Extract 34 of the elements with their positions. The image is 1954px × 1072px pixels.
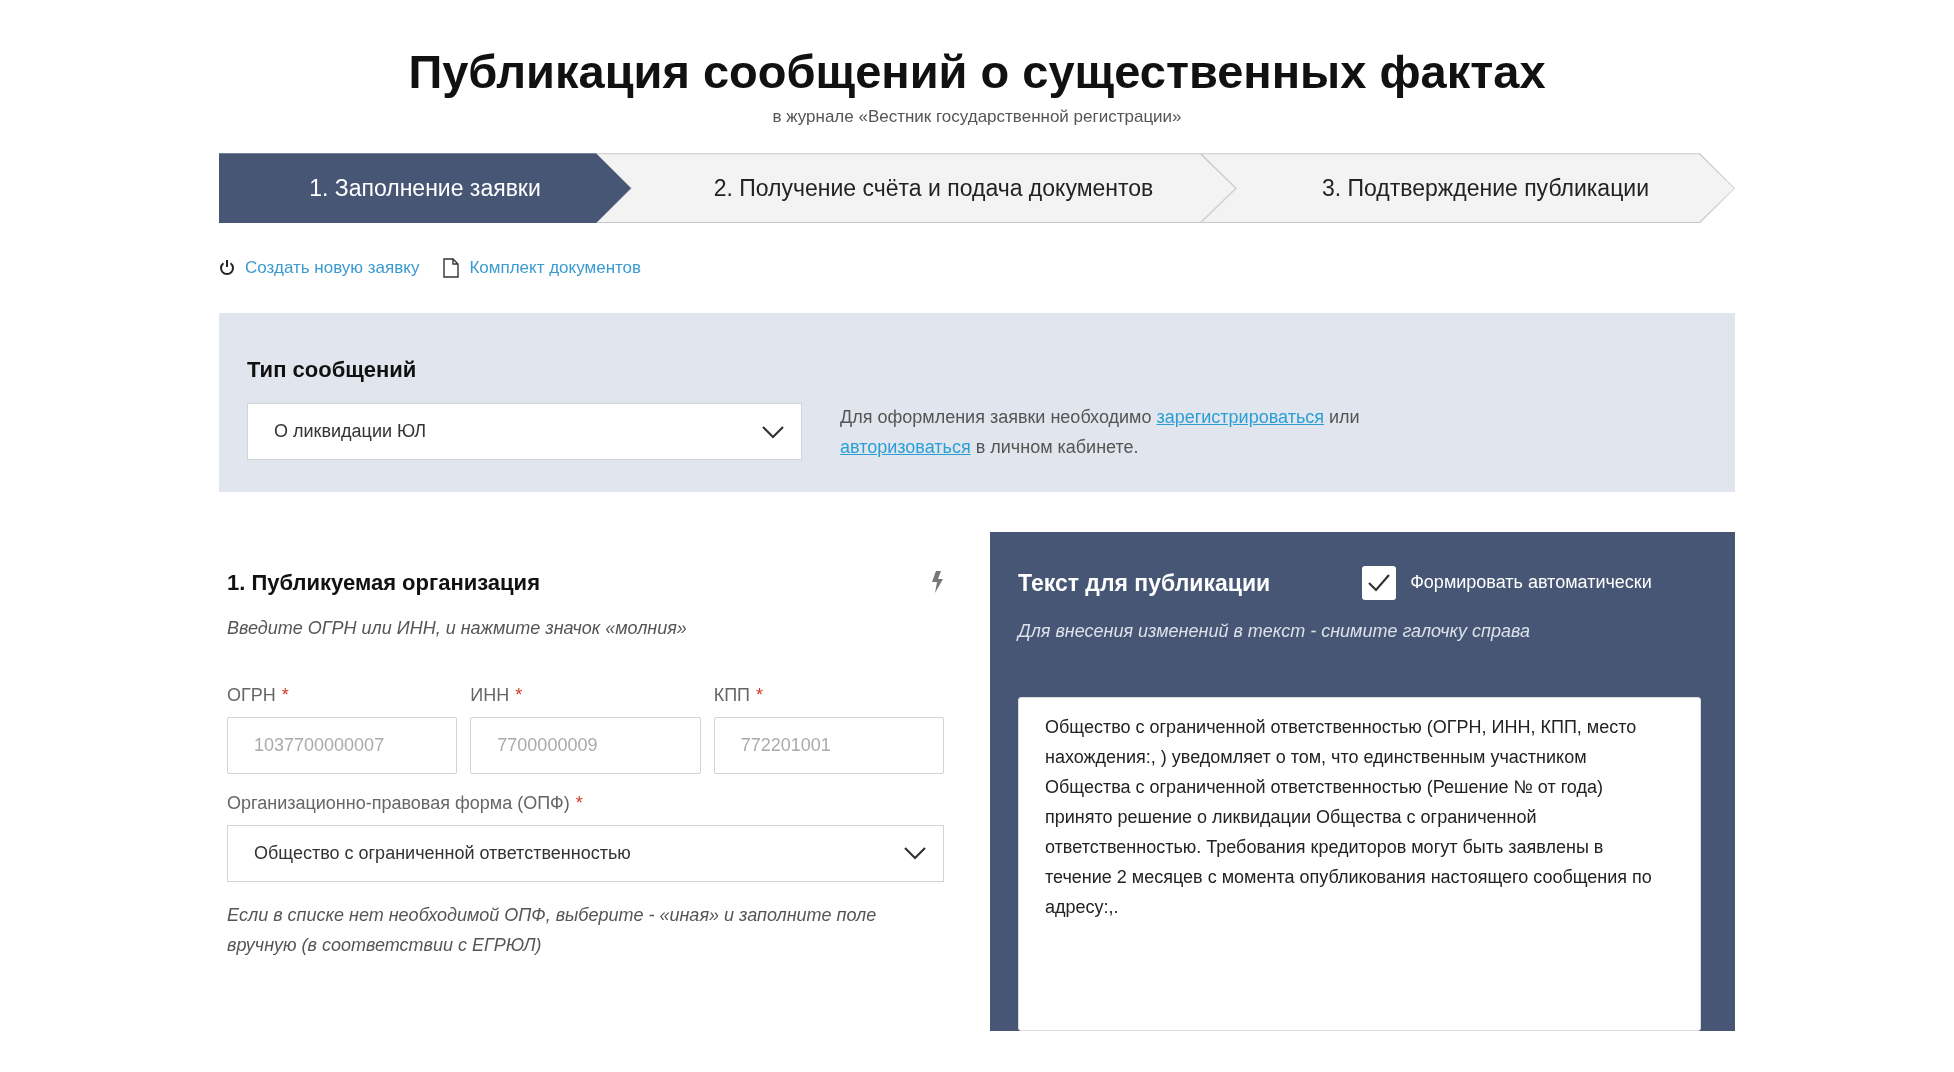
registration-info-text: Для оформления заявки необходимо зарегистрироваться или авторизоваться в личном кабинете. — [840, 405, 1360, 459]
section-title: 1. Публикуемая организация — [227, 568, 540, 597]
required-mark: * — [756, 684, 764, 705]
hint-text: Введите ОГРН или ИНН, и нажмите значок «молния» — [227, 616, 688, 640]
page-title: Публикация сообщений о существенных фактах — [407, 46, 1547, 98]
opf-select[interactable]: Общество с ограниченной ответственностью — [227, 824, 944, 882]
field-label: ИНН — [470, 684, 510, 705]
step-tab[interactable]: 3. Подтверждение публикации — [1201, 153, 1735, 224]
auto-checkbox[interactable] — [1362, 565, 1397, 600]
checkbox-label: Формировать автоматически — [1410, 571, 1652, 595]
document-icon — [443, 257, 460, 278]
panel-title: Текст для публикации — [1018, 568, 1271, 598]
step-tab[interactable]: 2. Получение счёта и подача документов — [596, 153, 1236, 224]
publication-text-area[interactable]: Общество с ограниченной ответственностью (ОГРН, ИНН, КПП, место нахождения:, ) уведомляет о том, что единственным участником Общества с ограниченной ответственностью (Решение № от года) принято решение о ликвидации Общества с ограниченной ответственностью. Требования кредиторов могут быть заявлены в течение 2 месяцев с момента опубликования настоящего сообщения по адресу:,. — [1018, 697, 1701, 1032]
check-icon — [1367, 572, 1392, 593]
field-label: Организационно-правовая форма (ОПФ) — [227, 792, 570, 813]
required-mark: * — [515, 684, 523, 705]
chevron-down-icon — [761, 424, 785, 439]
required-mark: * — [281, 684, 289, 705]
required-mark: * — [575, 792, 583, 813]
text-input-field[interactable]: 1037700000007 — [227, 716, 458, 774]
field-label: КПП — [713, 684, 751, 705]
page-subtitle: в журнале «Вестник государственной регистрации» — [771, 105, 1183, 128]
text-input-field[interactable]: 772201001 — [713, 716, 944, 774]
step-tab[interactable]: 1. Заполнение заявки — [219, 153, 631, 224]
chevron-down-icon — [903, 846, 927, 861]
text-input-field[interactable]: 7700000009 — [470, 716, 701, 774]
lightning-icon[interactable] — [930, 571, 944, 594]
field-label: ОГРН — [227, 684, 276, 705]
power-icon — [219, 259, 235, 277]
hint-text: Для внесения изменений в текст - снимите галочку справа — [1018, 620, 1531, 644]
message-type-select[interactable]: О ликвидации ЮЛ — [247, 403, 802, 461]
message-type-label: Тип сообщений — [247, 355, 418, 384]
note-text: Если в списке нет необходимой ОПФ, выберите - «иная» и заполните поле вручную (в соответствии с ЕГРЮЛ) — [227, 903, 878, 957]
